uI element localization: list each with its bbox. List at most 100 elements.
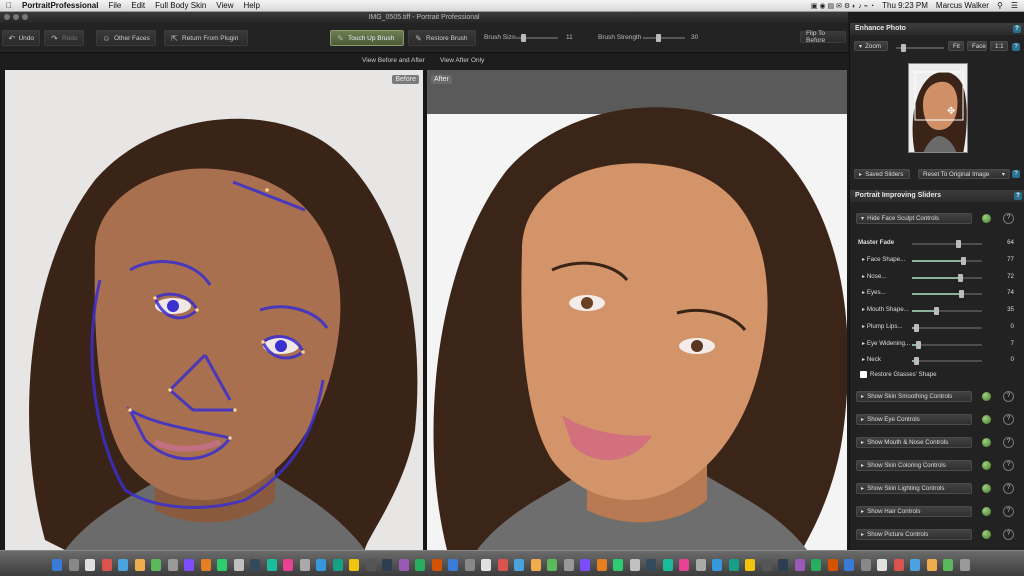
touch-up-brush-button[interactable]: ✎ Touch Up Brush [330, 30, 404, 46]
dock-app-icon[interactable] [926, 559, 937, 571]
dock-app-icon[interactable] [68, 559, 79, 571]
after-image-pane[interactable]: After [427, 70, 847, 550]
dock-app-icon[interactable] [349, 559, 359, 571]
control-group-button[interactable]: ▸ Show Skin Coloring Controls [856, 460, 972, 471]
hide-face-sculpt-button[interactable]: ▾ Hide Face Sculpt Controls [856, 213, 972, 224]
menu-app-name[interactable]: PortraitProfessional [22, 1, 98, 10]
dock-app-icon[interactable] [332, 559, 343, 571]
dock-app-icon[interactable] [431, 559, 442, 571]
dock-app-icon[interactable] [811, 559, 821, 571]
return-from-plugin-button[interactable]: ⇱ Return From Plugin [164, 30, 248, 46]
control-group-button[interactable]: ▸ Show Skin Smoothing Controls [856, 391, 972, 402]
dock-app-icon[interactable] [514, 559, 524, 571]
dock-app-icon[interactable] [497, 559, 508, 571]
sculpt-slider[interactable] [912, 307, 982, 316]
control-group-enable-toggle[interactable] [982, 507, 991, 516]
control-group-help-button[interactable]: ? [1003, 391, 1014, 402]
face-sculpt-enable-toggle[interactable] [982, 214, 991, 223]
user-name[interactable]: Marcus Walker [936, 1, 989, 10]
dock-app-icon[interactable] [761, 559, 772, 571]
dock-app-icon[interactable] [794, 559, 805, 571]
dock-app-icon[interactable] [646, 559, 656, 571]
brush-size-slider[interactable] [512, 34, 558, 42]
control-group-button[interactable]: ▸ Show Eye Controls [856, 414, 972, 425]
dock-app-icon[interactable] [778, 559, 788, 571]
brush-strength-slider[interactable] [643, 34, 685, 42]
control-group-button[interactable]: ▸ Show Skin Lighting Controls [856, 483, 972, 494]
dock-app-icon[interactable] [893, 559, 904, 571]
zoom-window-button[interactable] [22, 14, 28, 20]
dock-app-icon[interactable] [365, 559, 376, 571]
dock-app-icon[interactable] [233, 559, 244, 571]
sculpt-slider-label[interactable]: ▸ Mouth Shape... [862, 306, 909, 313]
control-group-enable-toggle[interactable] [982, 530, 991, 539]
view-before-after-button[interactable]: View Before and After [362, 57, 425, 64]
control-group-enable-toggle[interactable] [982, 415, 991, 424]
control-group-enable-toggle[interactable] [982, 461, 991, 470]
menu-full-body-skin[interactable]: Full Body Skin [155, 1, 206, 10]
menu-file[interactable]: File [108, 1, 121, 10]
sculpt-slider[interactable] [912, 257, 982, 265]
before-image-pane[interactable]: Before [5, 70, 423, 550]
restore-glasses-checkbox[interactable] [860, 371, 867, 378]
dock-app-icon[interactable] [695, 559, 706, 571]
zoom-slider[interactable] [896, 44, 944, 52]
undo-button[interactable]: ↶ Undo [2, 30, 40, 46]
dock-app-icon[interactable] [151, 559, 161, 571]
dock-app-icon[interactable] [118, 559, 128, 571]
dock-app-icon[interactable] [398, 559, 409, 571]
other-faces-button[interactable]: ☺ Other Faces [96, 30, 156, 46]
control-group-help-button[interactable]: ? [1003, 460, 1014, 471]
list-icon[interactable]: ☰ [1011, 1, 1018, 10]
dock-app-icon[interactable] [679, 559, 689, 571]
panel-help-button[interactable]: ? [1013, 25, 1021, 33]
dock-app-icon[interactable] [563, 559, 574, 571]
control-group-help-button[interactable]: ? [1003, 529, 1014, 540]
dock-app-icon[interactable] [662, 559, 673, 571]
dock-app-icon[interactable] [728, 559, 739, 571]
brush-size-knob[interactable] [521, 34, 526, 42]
control-group-button[interactable]: ▸ Show Picture Controls [856, 529, 972, 540]
dock-app-icon[interactable] [481, 559, 491, 571]
control-group-help-button[interactable]: ? [1003, 437, 1014, 448]
dock-app-icon[interactable] [596, 559, 607, 571]
dock-app-icon[interactable] [844, 559, 854, 571]
sculpt-slider-knob[interactable] [916, 340, 921, 349]
sculpt-slider[interactable] [912, 340, 982, 349]
fit-button[interactable]: Fit [948, 41, 964, 51]
dock-app-icon[interactable] [316, 559, 326, 571]
dock-app-icon[interactable] [415, 559, 425, 571]
menu-help[interactable]: Help [244, 1, 260, 10]
zoom-button[interactable]: ▾ Zoom [854, 41, 888, 51]
sculpt-slider[interactable] [912, 357, 982, 366]
sculpt-slider-knob[interactable] [958, 273, 963, 282]
sculpt-slider-label[interactable]: ▸ Plump Lips... [862, 323, 903, 330]
one-to-one-button[interactable]: 1:1 [990, 41, 1008, 51]
master-fade-knob[interactable] [956, 240, 961, 248]
sculpt-slider-knob[interactable] [914, 323, 919, 332]
dock-app-icon[interactable] [85, 559, 95, 571]
dock-app-icon[interactable] [52, 559, 62, 571]
redo-button[interactable]: ↷ Redo [44, 30, 84, 46]
saved-sliders-button[interactable]: ▸ Saved Sliders [854, 169, 910, 179]
control-group-enable-toggle[interactable] [982, 392, 991, 401]
menu-view[interactable]: View [216, 1, 233, 10]
dock-app-icon[interactable] [299, 559, 310, 571]
dock-app-icon[interactable] [547, 559, 557, 571]
sculpt-slider-label[interactable]: ▸ Eyes... [862, 289, 886, 296]
dock-app-icon[interactable] [283, 559, 293, 571]
flip-to-before-button[interactable]: Flip To Before [800, 30, 846, 44]
dock-app-icon[interactable] [943, 559, 953, 571]
sculpt-slider-knob[interactable] [961, 257, 966, 265]
apple-icon[interactable]:  [6, 1, 12, 10]
face-sculpt-help-button[interactable]: ? [1003, 213, 1014, 224]
sculpt-slider[interactable] [912, 323, 982, 332]
control-group-help-button[interactable]: ? [1003, 414, 1014, 425]
dock-app-icon[interactable] [860, 559, 871, 571]
dock-app-icon[interactable] [464, 559, 475, 571]
sculpt-slider[interactable] [912, 273, 982, 282]
dock-app-icon[interactable] [184, 559, 194, 571]
dock-app-icon[interactable] [250, 559, 260, 571]
control-group-button[interactable]: ▸ Show Mouth & Nose Controls [856, 437, 972, 448]
sculpt-slider-knob[interactable] [959, 290, 964, 299]
